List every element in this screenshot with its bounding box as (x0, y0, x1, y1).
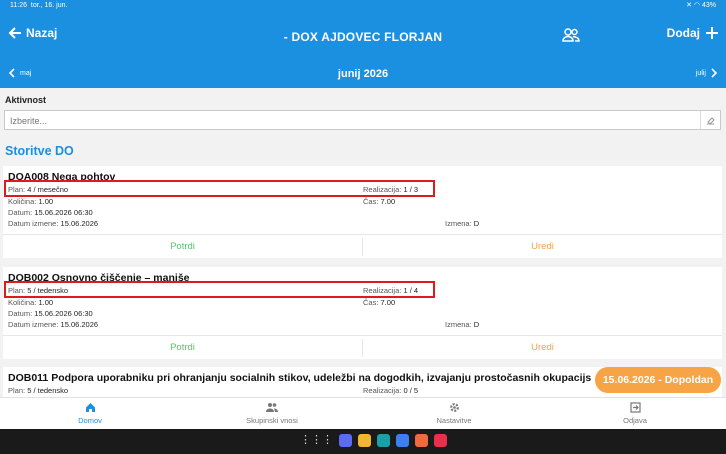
nav-logout-label: Odjava (623, 416, 647, 425)
app-bar: Nazaj - DOX AJDOVEC FLORJAN Dodaj (0, 12, 726, 60)
edit-button[interactable]: Uredi (363, 235, 722, 259)
service-name: DOB011 Podpora uporabniku pri ohranjanju… (8, 372, 592, 384)
activity-select[interactable] (4, 110, 721, 130)
next-month-button[interactable]: julij (696, 68, 718, 78)
datum-row: Datum: 15.06.2026 06:30 (8, 208, 93, 217)
card-actions: Potrdi Uredi (3, 234, 722, 258)
chevron-right-icon (711, 68, 718, 78)
card-actions: Potrdi Uredi (3, 335, 722, 359)
nav-settings[interactable]: Nastavitve (404, 402, 504, 425)
plan-row: Plan: 5 / tedensko (8, 286, 69, 295)
status-time: 11:26 (10, 2, 27, 9)
kolicina-row: Količina: 1.00 (8, 298, 54, 307)
plan-row: Plan: 4 / mesečno (8, 185, 69, 194)
add-button[interactable]: Dodaj (667, 26, 718, 40)
status-date: tor., 16. jun. (30, 2, 68, 9)
plus-icon (706, 27, 718, 39)
kolicina-row: Količina: 1.00 (8, 197, 54, 206)
plan-row: Plan: 5 / tedensko (8, 386, 69, 395)
apps-grid-icon[interactable]: ⋮⋮⋮ (300, 434, 333, 447)
nav-group-entries[interactable]: Skupinski vnosi (222, 402, 322, 425)
video-app-icon[interactable] (434, 434, 447, 447)
wifi-icon: ◠ (693, 2, 701, 9)
people-icon (562, 28, 580, 42)
nav-group-label: Skupinski vnosi (246, 416, 298, 425)
next-month-label: julij (695, 69, 706, 77)
datum-row: Datum: 15.06.2026 06:30 (8, 309, 93, 318)
shift-badge[interactable]: 15.06.2026 - Dopoldan (595, 367, 721, 393)
cas-row: Čas: 7.00 (363, 298, 396, 307)
messages-app-icon[interactable] (396, 434, 409, 447)
section-title: Storitve DO (5, 144, 74, 158)
status-right: ✕ ◠ 43% (686, 0, 716, 12)
service-card: DOA008 Nega pohtov Plan: 4 / mesečno Rea… (3, 166, 722, 258)
people-button[interactable] (562, 28, 580, 47)
calendar-app-icon[interactable] (377, 434, 390, 447)
datum-izmene-row: Datum izmene: 15.06.2026 (8, 320, 99, 329)
edit-button[interactable]: Uredi (363, 336, 722, 360)
realizacija-row: Realizacija: 1 / 3 (363, 185, 419, 194)
bottom-navigation: Domov Skupinski vnosi Nastavitve Odjava (0, 397, 726, 429)
activity-input[interactable] (5, 112, 695, 130)
nav-settings-label: Nastavitve (436, 416, 472, 425)
page-title: - DOX AJDOVEC FLORJAN (283, 30, 443, 44)
gear-icon (449, 403, 459, 412)
notes-app-icon[interactable] (358, 434, 371, 447)
nav-home[interactable]: Domov (40, 402, 140, 425)
service-card: DOB002 Osnovno čiščenje – manjše Plan: 5… (3, 267, 722, 359)
izmena-row: Izmena: D (445, 320, 480, 329)
clear-filter-button[interactable] (700, 111, 720, 129)
system-dock: ⋮⋮⋮ (0, 429, 726, 454)
activity-label: Aktivnost (5, 95, 47, 105)
month-navigation: maj junij 2026 julij (0, 60, 726, 88)
nav-home-label: Domov (78, 416, 102, 425)
status-bar: 11:26 tor., 16. jun. ✕ ◠ 43% (0, 0, 726, 12)
realizacija-row: Realizacija: 1 / 4 (363, 286, 419, 295)
cas-row: Čas: 7.00 (363, 197, 396, 206)
home-icon (85, 403, 95, 412)
confirm-button[interactable]: Potrdi (3, 235, 362, 259)
status-time-date: 11:26 tor., 16. jun. (10, 0, 67, 12)
group-icon (266, 403, 278, 412)
nav-logout[interactable]: Odjava (585, 402, 685, 425)
current-month: junij 2026 (337, 68, 389, 80)
contacts-app-icon[interactable] (415, 434, 428, 447)
add-label: Dodaj (666, 26, 700, 40)
mute-icon: ✕ (686, 2, 692, 9)
izmena-row: Izmena: D (445, 219, 480, 228)
datum-izmene-row: Datum izmene: 15.06.2026 (8, 219, 99, 228)
logout-icon (629, 402, 641, 413)
battery-level: 43% (701, 2, 716, 9)
realizacija-row: Realizacija: 0 / 5 (363, 386, 419, 395)
confirm-button[interactable]: Potrdi (3, 336, 362, 360)
eraser-icon (707, 116, 715, 125)
browser-app-icon[interactable] (339, 434, 352, 447)
